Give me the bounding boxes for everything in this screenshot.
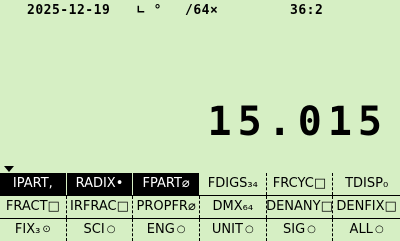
softkey-frcyc[interactable]: FRCYC□ bbox=[267, 173, 334, 195]
softkey-irfrac[interactable]: IRFRAC□ bbox=[67, 196, 134, 218]
softkey-dmx[interactable]: DMX₆₄ bbox=[200, 196, 267, 218]
radio-unselected-icon: ○ bbox=[106, 224, 116, 235]
radio-selected-icon: ⊙ bbox=[42, 224, 51, 235]
softkey-row-3: FIX₃ ⊙ SCI ○ ENG ○ UNIT ○ SIG ○ ALL ○ bbox=[0, 218, 400, 241]
date-display: 2025-12-19 bbox=[27, 3, 111, 18]
result-value: 15.015 bbox=[207, 99, 388, 145]
softkey-radix[interactable]: RADIX• bbox=[66, 173, 134, 195]
softkey-row-1: IPART, RADIX• FPART⌀ FDIGS₃₄ FRCYC□ TDIS… bbox=[0, 173, 400, 195]
softkey-fix[interactable]: FIX₃ ⊙ bbox=[0, 219, 67, 241]
softkey-row-2: FRACT□ IRFRAC□ PROPFR⌀ DMX₆₄ DENANY□ DEN… bbox=[0, 195, 400, 218]
softkey-menu: IPART, RADIX• FPART⌀ FDIGS₃₄ FRCYC□ TDIS… bbox=[0, 166, 400, 241]
radio-unselected-icon: ○ bbox=[176, 224, 186, 235]
calculator-screen: 2025-12-19 ∟ ° /64× 36:2 15.015 IPART, R… bbox=[0, 0, 400, 241]
softkey-sci[interactable]: SCI ○ bbox=[67, 219, 134, 241]
softkey-eng[interactable]: ENG ○ bbox=[133, 219, 200, 241]
softkey-ipart[interactable]: IPART, bbox=[0, 173, 67, 195]
softkey-propfr[interactable]: PROPFR⌀ bbox=[133, 196, 200, 218]
softkey-denany[interactable]: DENANY□ bbox=[267, 196, 334, 218]
softkey-all[interactable]: ALL ○ bbox=[333, 219, 400, 241]
menu-indicator-arrow-icon bbox=[4, 166, 14, 172]
radio-unselected-icon: ○ bbox=[244, 224, 254, 235]
complex-mode-indicator: /64× bbox=[185, 3, 219, 18]
radio-unselected-icon: ○ bbox=[307, 224, 316, 235]
softkey-tdisp[interactable]: TDISP₀ bbox=[333, 173, 400, 195]
angle-mode-indicator: ∟ ° bbox=[137, 3, 162, 18]
time-display: 36:2 bbox=[290, 3, 324, 18]
radio-unselected-icon: ○ bbox=[374, 224, 384, 235]
softkey-denfix[interactable]: DENFIX□ bbox=[333, 196, 400, 218]
softkey-unit[interactable]: UNIT ○ bbox=[200, 219, 267, 241]
softkey-fdigs[interactable]: FDIGS₃₄ bbox=[200, 173, 267, 195]
softkey-fpart[interactable]: FPART⌀ bbox=[133, 173, 200, 195]
softkey-fract[interactable]: FRACT□ bbox=[0, 196, 67, 218]
softkey-sig[interactable]: SIG ○ bbox=[267, 219, 334, 241]
